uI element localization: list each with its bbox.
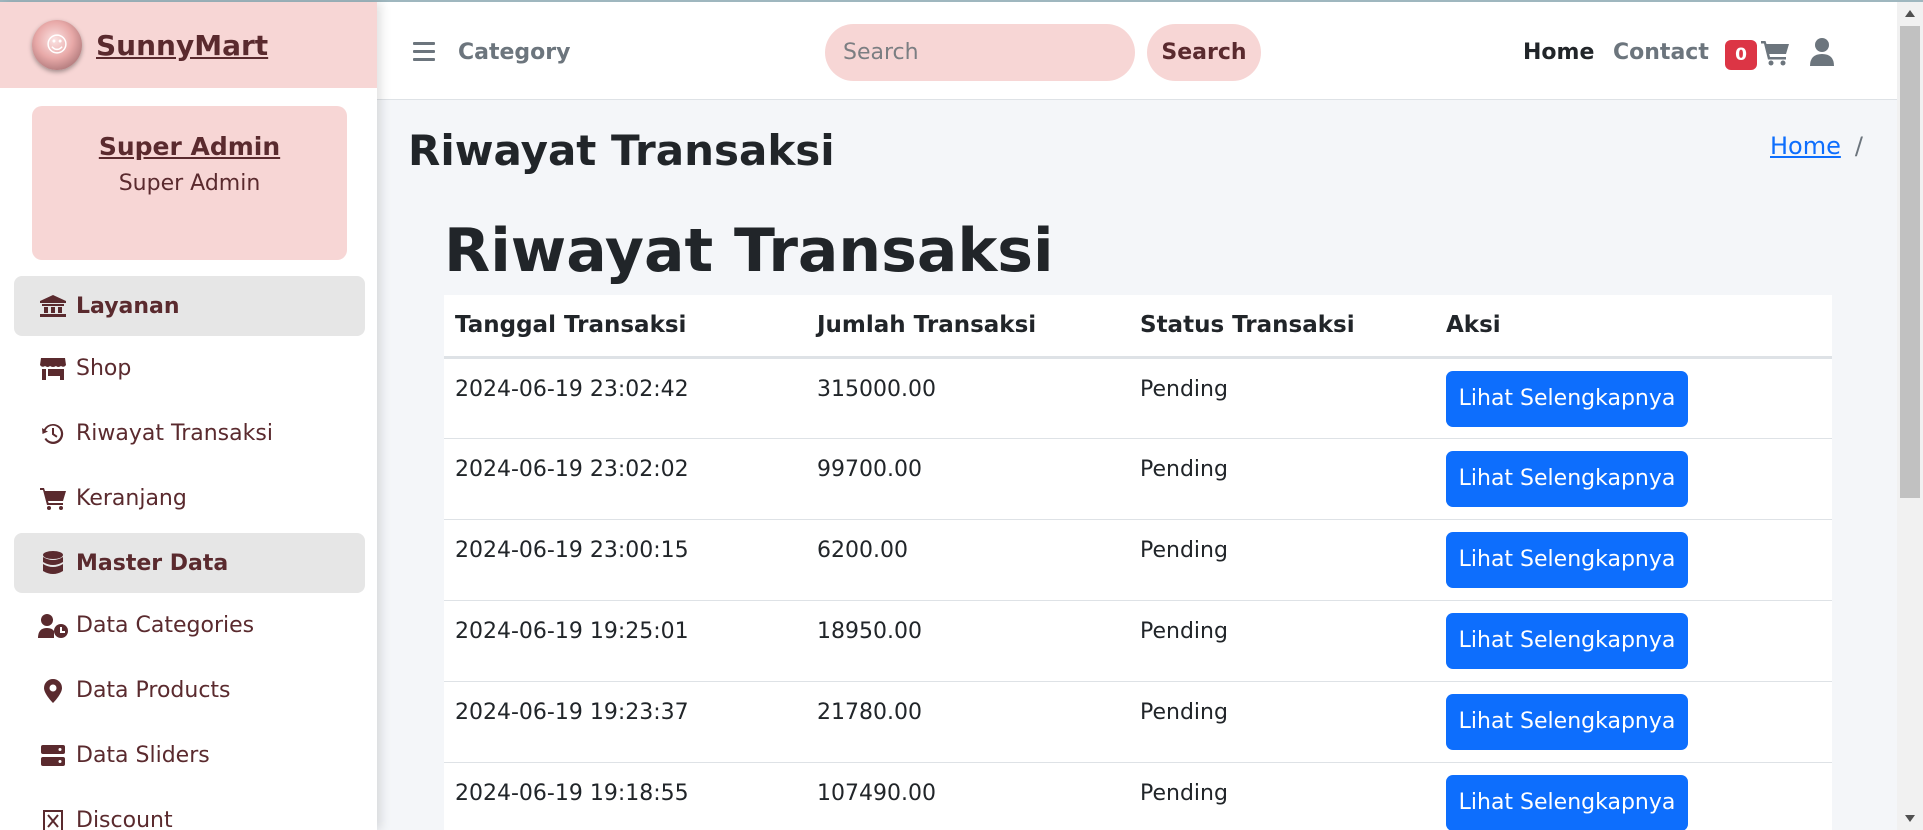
cell-date: 2024-06-19 19:23:37 [444, 681, 806, 763]
sidebar-menu: Layanan Shop Riwayat Transaksi Keranjang [0, 276, 377, 830]
cell-action: Lihat Selengkapnya [1435, 519, 1832, 601]
history-icon [38, 422, 68, 446]
table-row: 2024-06-19 23:02:02 99700.00 Pending Lih… [444, 438, 1832, 520]
sidebar-item-data-categories[interactable]: Data Categories [0, 593, 377, 658]
sidebar-header-label: Layanan [76, 293, 180, 319]
transaction-table-wrapper: Tanggal Transaksi Jumlah Transaksi Statu… [444, 295, 1832, 830]
sidebar-item-label: Keranjang [76, 486, 187, 511]
table-row: 2024-06-19 19:25:01 18950.00 Pending Lih… [444, 600, 1832, 682]
cart-icon [38, 487, 68, 510]
cell-status: Pending [1129, 681, 1435, 763]
table-row: 2024-06-19 23:02:42 315000.00 Pending Li… [444, 357, 1832, 439]
column-header-status: Status Transaksi [1129, 295, 1435, 359]
table-row: 2024-06-19 23:00:15 6200.00 Pending Liha… [444, 519, 1832, 601]
cell-amount: 6200.00 [806, 519, 1129, 601]
user-icon[interactable] [1810, 38, 1834, 70]
card-title: Riwayat Transaksi [444, 216, 1054, 286]
sidebar-item-keranjang[interactable]: Keranjang [0, 466, 377, 531]
cell-status: Pending [1129, 357, 1435, 439]
brand-name[interactable]: SunnyMart [96, 29, 268, 62]
user-panel: Super Admin Super Admin [32, 106, 347, 260]
cell-status: Pending [1129, 519, 1435, 601]
transaction-history-card: Riwayat Transaksi Tanggal Transaksi Juml… [444, 212, 1832, 830]
database-icon [38, 551, 68, 575]
cell-date: 2024-06-19 19:25:01 [444, 600, 806, 682]
scroll-thumb[interactable] [1900, 26, 1920, 498]
breadcrumb-separator: / [1854, 132, 1863, 160]
cell-action: Lihat Selengkapnya [1435, 438, 1832, 520]
sidebar-header-label: Master Data [76, 550, 229, 576]
cell-date: 2024-06-19 19:18:55 [444, 762, 806, 830]
table-row: 2024-06-19 19:18:55 107490.00 Pending Li… [444, 762, 1832, 830]
nav-home-link[interactable]: Home [1523, 40, 1594, 65]
map-pin-icon [38, 678, 68, 703]
cell-date: 2024-06-19 23:02:02 [444, 438, 806, 520]
cell-action: Lihat Selengkapnya [1435, 357, 1832, 439]
category-link[interactable]: Category [458, 40, 570, 65]
cell-action: Lihat Selengkapnya [1435, 681, 1832, 763]
column-header-action: Aksi [1435, 295, 1832, 359]
cell-status: Pending [1129, 600, 1435, 682]
sidebar-item-shop[interactable]: Shop [0, 336, 377, 401]
sidebar: ☺ SunnyMart Super Admin Super Admin Laya… [0, 2, 377, 830]
breadcrumb: Home / [1770, 132, 1863, 160]
user-name[interactable]: Super Admin [32, 132, 347, 161]
view-details-button[interactable]: Lihat Selengkapnya [1446, 774, 1688, 830]
sidebar-item-label: Shop [76, 356, 132, 381]
table-header-row: Tanggal Transaksi Jumlah Transaksi Statu… [444, 295, 1832, 359]
cell-amount: 21780.00 [806, 681, 1129, 763]
scroll-up-arrow-icon[interactable] [1905, 10, 1915, 17]
user-role: Super Admin [118, 171, 261, 196]
cell-date: 2024-06-19 23:02:42 [444, 357, 806, 439]
cart-count-badge[interactable]: 0 [1725, 40, 1757, 70]
view-details-button[interactable]: Lihat Selengkapnya [1446, 612, 1688, 669]
store-icon [38, 357, 68, 380]
view-details-button[interactable]: Lihat Selengkapnya [1446, 370, 1688, 427]
hamburger-icon[interactable] [413, 42, 435, 66]
column-header-date: Tanggal Transaksi [444, 295, 806, 359]
cell-amount: 18950.00 [806, 600, 1129, 682]
shopping-cart-icon[interactable] [1761, 40, 1789, 70]
search-button[interactable]: Search [1147, 24, 1261, 81]
sidebar-item-label: Riwayat Transaksi [76, 421, 273, 446]
breadcrumb-home-link[interactable]: Home [1770, 132, 1841, 160]
cell-action: Lihat Selengkapnya [1435, 600, 1832, 682]
landmark-icon [38, 295, 68, 317]
server-icon [38, 744, 68, 767]
sidebar-item-label: Discount [76, 808, 173, 830]
view-details-button[interactable]: Lihat Selengkapnya [1446, 450, 1688, 507]
cell-date: 2024-06-19 23:00:15 [444, 519, 806, 601]
view-details-button[interactable]: Lihat Selengkapnya [1446, 531, 1688, 588]
brand-logo: ☺ [32, 20, 82, 70]
table-row: 2024-06-19 19:23:37 21780.00 Pending Lih… [444, 681, 1832, 763]
view-details-button[interactable]: Lihat Selengkapnya [1446, 693, 1688, 750]
page-title: Riwayat Transaksi [408, 126, 835, 175]
user-clock-icon [38, 613, 68, 638]
sidebar-item-label: Data Categories [76, 613, 255, 638]
sidebar-item-label: Data Sliders [76, 743, 210, 768]
square-x-icon [38, 809, 68, 830]
search-input[interactable] [825, 24, 1135, 81]
sidebar-item-data-sliders[interactable]: Data Sliders [0, 723, 377, 788]
cell-action: Lihat Selengkapnya [1435, 762, 1832, 830]
scroll-down-arrow-icon[interactable] [1905, 815, 1915, 822]
sidebar-item-discount[interactable]: Discount [0, 788, 377, 830]
sidebar-item-riwayat-transaksi[interactable]: Riwayat Transaksi [0, 401, 377, 466]
sidebar-header-layanan[interactable]: Layanan [14, 276, 365, 336]
cell-amount: 315000.00 [806, 357, 1129, 439]
cell-amount: 99700.00 [806, 438, 1129, 520]
nav-contact-link[interactable]: Contact [1613, 40, 1709, 65]
cell-status: Pending [1129, 762, 1435, 830]
cell-amount: 107490.00 [806, 762, 1129, 830]
column-header-amount: Jumlah Transaksi [806, 295, 1129, 359]
sidebar-item-data-products[interactable]: Data Products [0, 658, 377, 723]
sidebar-header-master-data[interactable]: Master Data [14, 533, 365, 593]
brand-link[interactable]: ☺ SunnyMart [0, 2, 377, 88]
top-navbar: Category Search Home Contact 0 [377, 2, 1897, 100]
cell-status: Pending [1129, 438, 1435, 520]
sidebar-item-label: Data Products [76, 678, 231, 703]
transaction-table: Tanggal Transaksi Jumlah Transaksi Statu… [444, 295, 1832, 830]
page-scrollbar[interactable] [1897, 2, 1923, 830]
